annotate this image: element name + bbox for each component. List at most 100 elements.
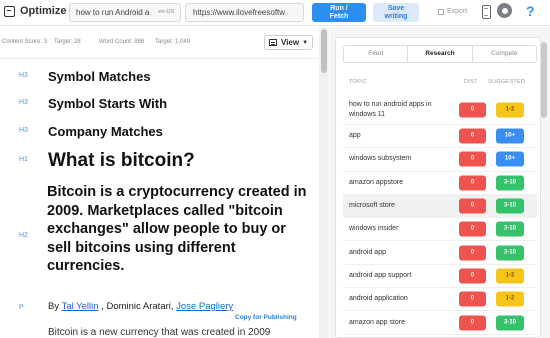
topic-name: microsoft store bbox=[349, 202, 395, 210]
topic-name: android app bbox=[349, 248, 386, 256]
url-value: https://www.ilovefreesoftw bbox=[193, 8, 286, 17]
save-label-2: writing bbox=[384, 13, 408, 20]
block-tag: H3 bbox=[19, 99, 28, 106]
heading-h3[interactable]: Symbol Starts With bbox=[48, 96, 167, 111]
brand: Optimize bbox=[4, 5, 66, 17]
editor-stats-bar: Content Score: 3 Target: 28 Word Count: … bbox=[0, 27, 320, 59]
block-tag: H3 bbox=[19, 127, 28, 134]
suggested-badge: 10+ bbox=[496, 151, 524, 167]
run-label-1: Run / bbox=[330, 5, 348, 12]
table-row[interactable]: microsoft store 0 3-10 bbox=[343, 194, 537, 219]
brand-title: Optimize bbox=[20, 5, 67, 17]
block-tag: H1 bbox=[19, 156, 28, 163]
heading-h2[interactable]: Bitcoin is a cryptocurrency created in 2… bbox=[47, 183, 307, 276]
heading-h1[interactable]: What is bitcoin? bbox=[48, 150, 195, 172]
keyword-value: how to run Android a bbox=[76, 8, 150, 17]
editor-scrollbar[interactable] bbox=[319, 27, 329, 338]
word-count: Word Count: 888 bbox=[99, 39, 145, 45]
topic-name: windows subsystem bbox=[349, 155, 412, 163]
url-input[interactable]: https://www.ilovefreesoftw bbox=[185, 3, 304, 22]
column-header-suggested: SUGGESTED bbox=[488, 79, 526, 85]
table-row[interactable]: amazon appstore 0 3-10 bbox=[343, 172, 537, 195]
block-tag: H3 bbox=[19, 72, 28, 79]
view-icon bbox=[269, 39, 277, 46]
tab-compete[interactable]: Compete bbox=[473, 46, 536, 62]
table-row[interactable]: android app 0 3-10 bbox=[343, 241, 537, 265]
dist-badge: 0 bbox=[459, 102, 486, 117]
topic-name: android app support bbox=[349, 271, 412, 279]
table-row[interactable]: windows subsystem 0 10+ bbox=[343, 148, 537, 172]
tab-research[interactable]: Research bbox=[408, 46, 473, 62]
topic-name: windows insider bbox=[349, 225, 399, 233]
chevron-down-icon: ▼ bbox=[302, 39, 309, 46]
dist-badge: 0 bbox=[459, 128, 486, 144]
content-score: Content Score: 3 bbox=[2, 39, 48, 45]
export-button[interactable]: Export bbox=[438, 8, 467, 15]
save-writing-button[interactable]: Save writing bbox=[373, 3, 419, 22]
dist-badge: 0 bbox=[459, 315, 486, 331]
suggested-badge: 1-2 bbox=[496, 268, 524, 284]
byline-prefix: By bbox=[48, 301, 62, 312]
table-row[interactable]: amazon app store 0 3-10 bbox=[343, 311, 537, 335]
dist-badge: 0 bbox=[459, 175, 486, 191]
editor-scroll-thumb[interactable] bbox=[321, 29, 327, 73]
topic-name: amazon app store bbox=[349, 318, 406, 326]
word-target: Target: 1,049 bbox=[155, 39, 191, 45]
content-target: Target: 28 bbox=[54, 39, 81, 45]
suggested-badge: 3-10 bbox=[496, 245, 524, 261]
view-dropdown[interactable]: View ▼ bbox=[264, 35, 313, 50]
suggested-badge: 10+ bbox=[496, 128, 524, 144]
suggested-badge: 3-10 bbox=[496, 221, 524, 237]
research-scroll-thumb[interactable] bbox=[541, 42, 547, 118]
table-row[interactable]: android app support 0 1-2 bbox=[343, 265, 537, 289]
byline-middle: , Dominic Aratari, bbox=[98, 301, 177, 312]
run-fetch-button[interactable]: Run / Fetch bbox=[312, 3, 366, 22]
export-icon bbox=[438, 8, 444, 15]
tab-feed[interactable]: Feed bbox=[344, 46, 409, 62]
panel-tabs: Feed Research Compete bbox=[343, 45, 537, 63]
dist-badge: 0 bbox=[459, 151, 486, 167]
topic-list: how to run android apps in windows 11 0 … bbox=[343, 95, 537, 335]
topic-name: amazon appstore bbox=[349, 178, 404, 186]
block-tag: P bbox=[19, 304, 24, 311]
run-label-2: Fetch bbox=[329, 13, 349, 20]
table-row[interactable]: android application 0 1-2 bbox=[343, 288, 537, 312]
language-label[interactable]: en-US bbox=[158, 9, 174, 15]
column-header-dist: DIST bbox=[464, 79, 478, 85]
author-link[interactable]: Tal Yellin bbox=[62, 301, 99, 312]
dist-badge: 0 bbox=[459, 268, 486, 284]
column-header-topic: TOPIC bbox=[349, 79, 368, 85]
byline[interactable]: By Tal Yellin , Dominic Aratari, Jose Pa… bbox=[48, 301, 233, 312]
keyword-input[interactable]: how to run Android a en-US bbox=[69, 3, 181, 22]
table-row[interactable]: how to run android apps in windows 11 0 … bbox=[343, 95, 537, 125]
dist-badge: 0 bbox=[459, 221, 486, 237]
table-row[interactable]: app 0 10+ bbox=[343, 125, 537, 149]
dist-badge: 0 bbox=[459, 245, 486, 261]
heading-h3[interactable]: Symbol Matches bbox=[48, 69, 151, 84]
help-icon[interactable]: ? bbox=[526, 3, 535, 19]
editor-content[interactable]: H3 Symbol Matches H3 Symbol Starts With … bbox=[0, 60, 318, 338]
heading-h3[interactable]: Company Matches bbox=[48, 124, 163, 139]
author-link[interactable]: Jose Pagliery bbox=[176, 301, 233, 312]
topic-name: android application bbox=[349, 295, 408, 303]
toolbar: Optimize how to run Android a en-US http… bbox=[0, 0, 550, 26]
table-row[interactable]: windows insider 0 3-10 bbox=[343, 218, 537, 242]
suggested-badge: 3-10 bbox=[496, 198, 524, 214]
copy-for-publishing-button[interactable]: Copy for Publishing bbox=[232, 312, 300, 323]
view-label: View bbox=[281, 38, 300, 47]
suggested-badge: 3-10 bbox=[496, 315, 524, 331]
export-label: Export bbox=[447, 8, 468, 15]
topic-name: app bbox=[349, 132, 361, 140]
suggested-badge: 3-10 bbox=[496, 175, 524, 191]
topic-name: how to run android apps in windows 11 bbox=[349, 100, 432, 118]
block-tag: H2 bbox=[19, 232, 28, 239]
dist-badge: 0 bbox=[459, 291, 486, 307]
save-label-1: Save bbox=[387, 5, 405, 12]
dist-badge: 0 bbox=[459, 198, 486, 214]
optimize-icon bbox=[4, 5, 15, 17]
mobile-preview-icon[interactable] bbox=[482, 5, 491, 19]
paragraph[interactable]: Bitcoin is a new currency that was creat… bbox=[48, 327, 270, 338]
gear-icon[interactable] bbox=[497, 3, 512, 18]
suggested-badge: 1-2 bbox=[496, 102, 524, 117]
suggested-badge: 1-2 bbox=[496, 291, 524, 307]
